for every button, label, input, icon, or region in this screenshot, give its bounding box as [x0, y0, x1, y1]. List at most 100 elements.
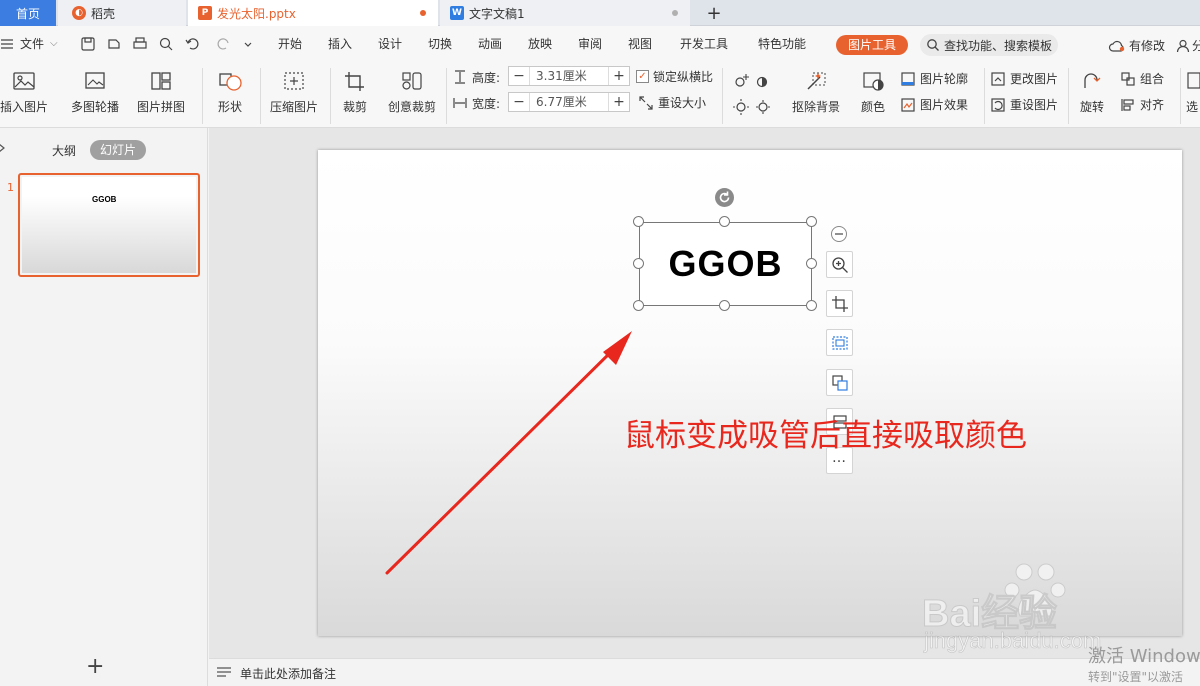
- height-value[interactable]: 3.31厘米: [529, 67, 609, 85]
- width-stepper[interactable]: − 6.77厘米 +: [508, 92, 630, 112]
- creative-crop-icon: [402, 72, 422, 90]
- compress-picture-button[interactable]: 压缩图片: [266, 70, 322, 115]
- picture-collage-button[interactable]: 图片拼图: [130, 70, 192, 115]
- tab-daoke[interactable]: ◐ 稻壳: [58, 0, 186, 26]
- group-label: 组合: [1140, 72, 1165, 86]
- new-tab-button[interactable]: +: [700, 0, 728, 26]
- share-button[interactable]: 分: [1176, 37, 1200, 54]
- add-slide-button[interactable]: +: [86, 656, 104, 678]
- picture-outline-button[interactable]: 图片轮廓: [900, 70, 968, 87]
- picture-icon: [13, 72, 35, 90]
- select-button[interactable]: 选: [1186, 70, 1200, 115]
- align-button[interactable]: 对齐: [1120, 96, 1164, 113]
- effect-icon: [901, 97, 915, 112]
- redo-icon[interactable]: [216, 36, 232, 52]
- notes-bar[interactable]: 单击此处添加备注: [209, 658, 1200, 686]
- menu-item-slideshow[interactable]: 放映: [528, 26, 552, 62]
- file-menu-label: 文件: [20, 37, 45, 51]
- menu-item-review[interactable]: 审阅: [578, 26, 602, 62]
- menu-item-start[interactable]: 开始: [278, 26, 302, 62]
- replace-float-button[interactable]: [826, 369, 853, 396]
- modified-status[interactable]: 有修改: [1108, 37, 1165, 54]
- menu-item-developer[interactable]: 开发工具: [680, 26, 728, 62]
- picture-effect-button[interactable]: 图片效果: [900, 96, 968, 113]
- picture-text: GGOB: [668, 243, 783, 284]
- reset-size-button[interactable]: 重设大小: [638, 94, 706, 111]
- thumbnail-content: GGOB: [22, 177, 196, 273]
- height-increase-icon[interactable]: +: [609, 68, 629, 84]
- resize-handle-bottom[interactable]: [719, 300, 730, 311]
- shape-label: 形状: [217, 100, 242, 114]
- change-picture-button[interactable]: 更改图片: [990, 70, 1058, 87]
- tab-home[interactable]: 首页: [0, 0, 56, 26]
- reset-picture-button[interactable]: 重设图片: [990, 96, 1058, 113]
- lock-ratio-checkbox[interactable]: ✓ 锁定纵横比: [636, 68, 713, 85]
- customize-chevron-icon[interactable]: [242, 36, 254, 52]
- print-icon[interactable]: [132, 36, 148, 52]
- menu-item-animation[interactable]: 动画: [478, 26, 502, 62]
- reset-size-label: 重设大小: [658, 96, 707, 110]
- rotate-handle-icon[interactable]: [714, 187, 735, 208]
- width-value[interactable]: 6.77厘米: [529, 93, 609, 111]
- crop-button[interactable]: 裁剪: [334, 70, 376, 115]
- height-decrease-icon[interactable]: −: [509, 68, 529, 84]
- slide-thumbnail[interactable]: GGOB: [18, 173, 200, 277]
- contrast-down-icon[interactable]: [754, 98, 772, 116]
- insert-picture-button[interactable]: 插入图片: [0, 70, 56, 115]
- preview-icon[interactable]: [158, 36, 174, 52]
- modified-label: 有修改: [1129, 39, 1166, 53]
- zoom-in-icon: [831, 256, 848, 273]
- tab-bar: 首页 ◐ 稻壳 P 发光太阳.pptx W 文字文稿1 +: [0, 0, 1200, 26]
- collapse-float-icon[interactable]: [830, 225, 848, 243]
- ribbon-separator: [984, 68, 985, 124]
- rotate-button[interactable]: 旋转: [1072, 70, 1112, 115]
- shape-button[interactable]: 形状: [208, 70, 252, 115]
- menu-item-design[interactable]: 设计: [378, 26, 402, 62]
- quick-access: [80, 36, 254, 52]
- tab-doc[interactable]: W 文字文稿1: [440, 0, 690, 26]
- search-icon: [927, 39, 939, 51]
- resize-handle-top[interactable]: [719, 216, 730, 227]
- select-icon: [1187, 72, 1200, 89]
- height-icon: [455, 70, 465, 84]
- zoom-float-button[interactable]: [826, 251, 853, 278]
- contrast-up-icon[interactable]: [754, 72, 772, 90]
- brightness-up-icon[interactable]: [732, 72, 750, 90]
- menu-item-features[interactable]: 特色功能: [758, 26, 806, 62]
- chevron-down-icon: ⌵: [50, 38, 58, 49]
- width-increase-icon[interactable]: +: [609, 94, 629, 110]
- tab-picture-tools[interactable]: 图片工具: [836, 35, 908, 55]
- tab-outline[interactable]: 大纲: [52, 142, 76, 159]
- resize-handle-bottom-left[interactable]: [633, 300, 644, 311]
- select-label: 选: [1186, 100, 1199, 114]
- menu-item-view[interactable]: 视图: [628, 26, 652, 62]
- group-button[interactable]: 组合: [1120, 70, 1164, 87]
- width-decrease-icon[interactable]: −: [509, 94, 529, 110]
- collapse-panel-icon[interactable]: [0, 143, 6, 153]
- tab-pptx[interactable]: P 发光太阳.pptx: [188, 0, 438, 26]
- export-icon[interactable]: [106, 36, 122, 52]
- save-icon[interactable]: [80, 36, 96, 52]
- remove-background-label: 抠除背景: [791, 100, 840, 114]
- resize-handle-right[interactable]: [806, 258, 817, 269]
- resize-handle-top-left[interactable]: [633, 216, 644, 227]
- creative-crop-button[interactable]: 创意裁剪: [382, 70, 442, 115]
- picture-float-button[interactable]: [826, 329, 853, 356]
- picture-object[interactable]: GGOB: [639, 222, 812, 306]
- creative-crop-label: 创意裁剪: [387, 100, 436, 114]
- color-button[interactable]: 颜色: [852, 70, 894, 115]
- resize-handle-left[interactable]: [633, 258, 644, 269]
- height-stepper[interactable]: − 3.31厘米 +: [508, 66, 630, 86]
- search-box[interactable]: 查找功能、搜索模板: [920, 34, 1058, 56]
- resize-handle-bottom-right[interactable]: [806, 300, 817, 311]
- remove-background-button[interactable]: 抠除背景: [784, 70, 848, 115]
- crop-float-button[interactable]: [826, 290, 853, 317]
- undo-icon[interactable]: [184, 36, 206, 52]
- menu-item-insert[interactable]: 插入: [328, 26, 352, 62]
- resize-handle-top-right[interactable]: [806, 216, 817, 227]
- file-menu[interactable]: 文件 ⌵: [0, 26, 58, 62]
- multi-outline-button[interactable]: 多图轮播: [64, 70, 126, 115]
- tab-slides[interactable]: 幻灯片: [90, 140, 146, 160]
- menu-item-transition[interactable]: 切换: [428, 26, 452, 62]
- brightness-down-icon[interactable]: [732, 98, 750, 116]
